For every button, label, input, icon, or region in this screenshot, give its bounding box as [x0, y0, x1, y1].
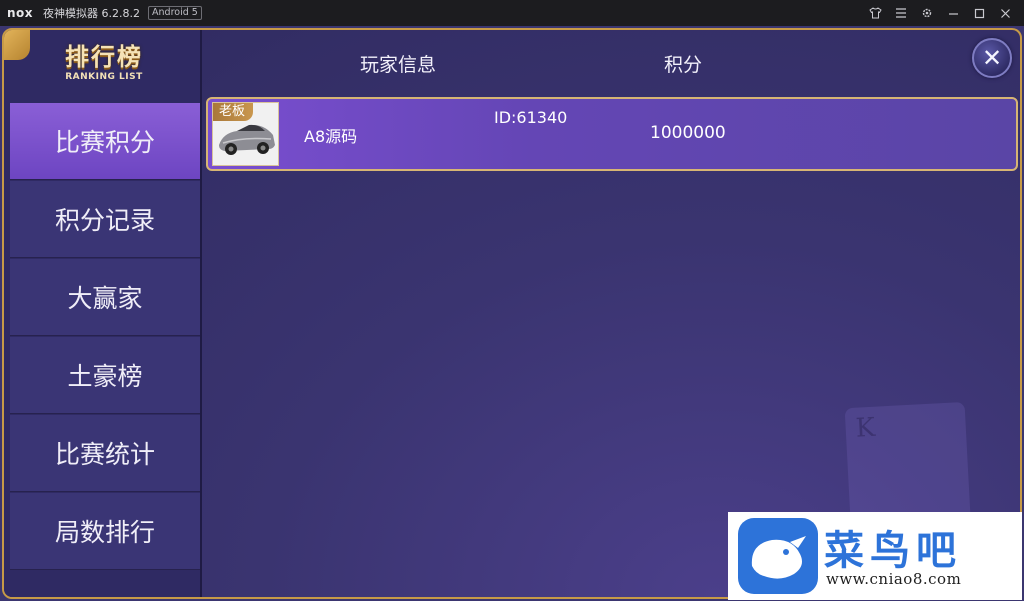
corner-ornament	[4, 30, 30, 60]
tab-big-winner[interactable]: 大赢家	[10, 259, 200, 336]
logo-title: 排行榜	[65, 43, 143, 71]
column-header-player-info: 玩家信息	[360, 54, 437, 76]
avatar: 老板	[212, 102, 279, 166]
emulator-titlebar: nox 夜神模拟器 6.2.8.2 Android 5	[0, 0, 1024, 26]
watermark-title: 菜鸟吧	[824, 527, 962, 574]
sidebar: 排行榜 RANKING LIST 比赛积分 积分记录 大赢家 土豪榜 比赛统计 …	[4, 30, 202, 597]
maximize-icon[interactable]	[966, 0, 992, 26]
tab-round-ranking[interactable]: 局数排行	[10, 493, 200, 570]
window-title: 夜神模拟器 6.2.8.2	[43, 7, 141, 20]
minimize-icon[interactable]	[940, 0, 966, 26]
close-icon[interactable]	[992, 0, 1018, 26]
tab-match-stats[interactable]: 比赛统计	[10, 415, 200, 492]
ranking-menu: 比赛积分 积分记录 大赢家 土豪榜 比赛统计 局数排行	[10, 103, 200, 571]
shirt-icon[interactable]	[862, 0, 888, 26]
player-score: 1000000	[650, 123, 726, 143]
column-header-score: 积分	[664, 54, 703, 76]
watermark: 菜鸟吧 www.cniao8.com	[728, 512, 1022, 600]
menu-icon[interactable]	[888, 0, 914, 26]
boss-badge: 老板	[213, 103, 254, 121]
close-icon: ✕	[981, 44, 1003, 72]
player-id: ID:61340	[494, 108, 568, 127]
tab-match-score[interactable]: 比赛积分	[10, 103, 200, 180]
nox-logo: nox	[7, 6, 34, 20]
window-controls	[862, 0, 1018, 26]
gear-icon[interactable]	[914, 0, 940, 26]
tab-tycoon-list[interactable]: 土豪榜	[10, 337, 200, 414]
close-button[interactable]: ✕	[972, 38, 1012, 78]
logo-subtitle: RANKING LIST	[65, 72, 143, 82]
bird-logo-icon	[738, 518, 818, 594]
ranking-logo: 排行榜 RANKING LIST	[44, 42, 164, 82]
player-name: A8源码	[304, 127, 358, 146]
watermark-url: www.cniao8.com	[826, 570, 962, 588]
tab-score-record[interactable]: 积分记录	[10, 181, 200, 258]
android-version-badge: Android 5	[148, 6, 202, 20]
table-row[interactable]: 老板 A8源码 ID:61340 1000000	[206, 97, 1018, 171]
card-rank: K	[854, 412, 876, 444]
